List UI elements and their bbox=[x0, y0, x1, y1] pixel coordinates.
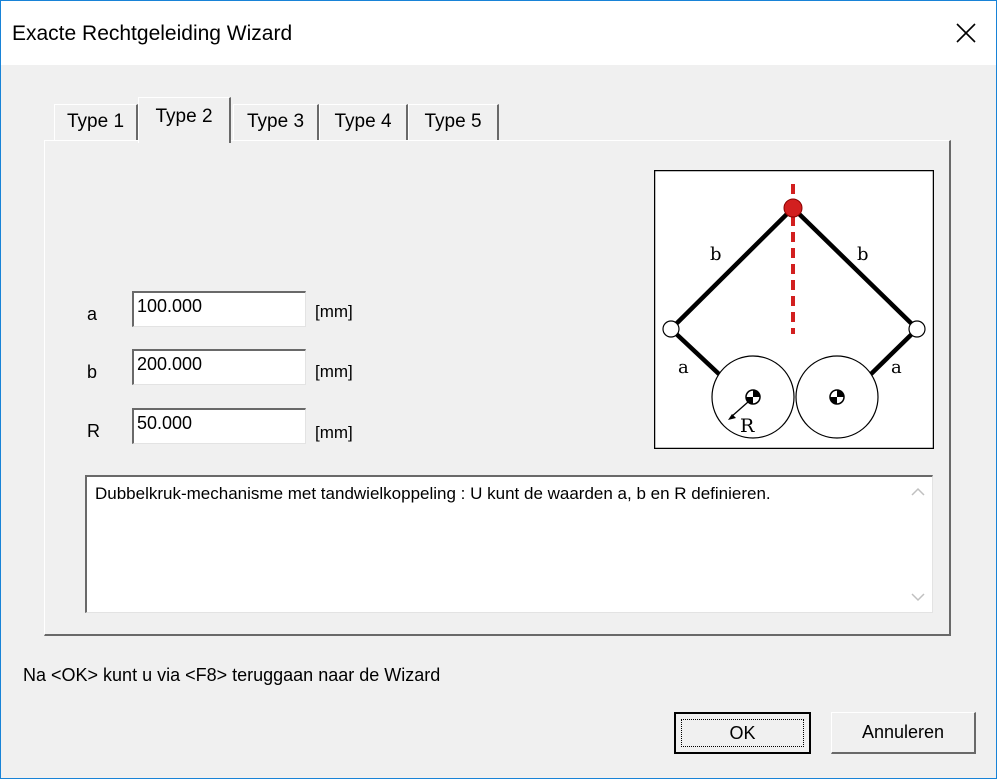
label-b-right: b bbox=[857, 244, 869, 265]
tab-type-2[interactable]: Type 2 bbox=[138, 97, 231, 143]
window-title: Exacte Rechtgeleiding Wizard bbox=[12, 22, 293, 45]
scroll-up-icon[interactable] bbox=[910, 487, 926, 497]
tab-label: Type 5 bbox=[424, 111, 482, 132]
label-a-left: a bbox=[678, 357, 689, 378]
b-input[interactable]: 200.000 bbox=[132, 349, 306, 385]
cancel-label: Annuleren bbox=[861, 722, 945, 742]
hint-text: Na <OK> kunt u via <F8> teruggaan naar d… bbox=[23, 665, 441, 685]
label-b-left: b bbox=[710, 244, 722, 265]
tab-type-3[interactable]: Type 3 bbox=[233, 104, 319, 140]
description-box[interactable]: Dubbelkruk-mechanisme met tandwielkoppel… bbox=[85, 475, 933, 613]
tab-label: Type 2 bbox=[155, 106, 213, 127]
unit-r: [mm] bbox=[315, 423, 353, 442]
r-input[interactable]: 50.000 bbox=[132, 408, 306, 444]
title-bar: Exacte Rechtgeleiding Wizard bbox=[1, 1, 996, 65]
wizard-window: Exacte Rechtgeleiding Wizard Type 1 Type… bbox=[0, 0, 997, 779]
unit-b: [mm] bbox=[315, 362, 353, 381]
tab-label: Type 3 bbox=[246, 111, 305, 132]
scroll-down-icon[interactable] bbox=[910, 592, 926, 602]
close-button[interactable] bbox=[936, 1, 996, 65]
close-icon bbox=[956, 23, 976, 43]
tab-label: Type 4 bbox=[334, 111, 392, 132]
cancel-button[interactable]: Annuleren bbox=[831, 712, 976, 754]
field-label-a: a bbox=[87, 304, 98, 324]
vertical-scrollbar[interactable] bbox=[904, 477, 932, 612]
unit-a: [mm] bbox=[315, 302, 353, 321]
tab-type-1[interactable]: Type 1 bbox=[54, 104, 138, 140]
description-text: Dubbelkruk-mechanisme met tandwielkoppel… bbox=[95, 484, 771, 503]
focus-ring bbox=[681, 719, 804, 747]
tab-label: Type 1 bbox=[66, 111, 125, 132]
ok-button[interactable]: OK bbox=[674, 712, 811, 754]
field-label-r: R bbox=[87, 421, 100, 441]
field-label-b: b bbox=[87, 362, 98, 382]
label-a-right: a bbox=[891, 357, 902, 378]
a-input[interactable]: 100.000 bbox=[132, 291, 306, 327]
label-r: R bbox=[740, 415, 755, 437]
tab-type-4[interactable]: Type 4 bbox=[319, 104, 408, 140]
tab-type-5[interactable]: Type 5 bbox=[408, 104, 499, 140]
mechanism-diagram: b b a a R bbox=[654, 170, 934, 449]
